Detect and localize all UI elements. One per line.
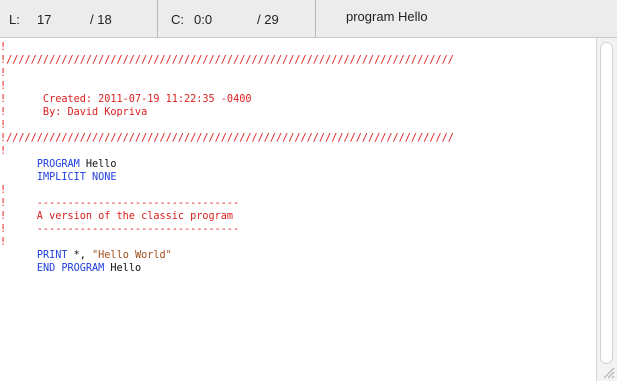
column-label: C: xyxy=(171,12,184,27)
line-total: / 18 xyxy=(90,12,112,27)
code-line: ! xyxy=(0,41,6,54)
function-name: program Hello xyxy=(346,9,428,24)
code-line: IMPLICIT NONE xyxy=(0,171,117,184)
function-popup[interactable]: program Hello xyxy=(316,0,617,37)
code-token-plain: Hello xyxy=(104,263,142,274)
line-current: 17 xyxy=(37,12,52,27)
code-line: ! xyxy=(0,67,6,80)
code-line: ! --------------------------------- xyxy=(0,223,239,236)
code-line: !///////////////////////////////////////… xyxy=(0,132,454,145)
code-line: !///////////////////////////////////////… xyxy=(0,54,454,67)
scroll-track[interactable] xyxy=(600,42,613,364)
line-label: L: xyxy=(9,12,20,27)
code-token-plain: Hello xyxy=(79,159,117,170)
column-total: / 29 xyxy=(257,12,279,27)
code-token-comment: ! xyxy=(0,81,7,92)
code-token-plain: *, xyxy=(67,250,93,261)
code-line: ! xyxy=(0,119,6,132)
code-token-comment: ! --------------------------------- xyxy=(0,198,240,209)
code-line: ! Created: 2011-07-19 11:22:35 -0400 xyxy=(0,93,251,106)
code-token-comment: ! xyxy=(0,68,7,79)
code-token-comment: ! xyxy=(0,237,7,248)
code-token-comment: ! xyxy=(0,42,7,53)
code-token-comment: !///////////////////////////////////////… xyxy=(0,55,454,66)
code-token-comment: ! xyxy=(0,120,7,131)
code-token-comment: ! xyxy=(0,185,7,196)
column-current: 0:0 xyxy=(194,12,213,27)
column-indicator[interactable]: C: 0:0 / 29 xyxy=(158,0,316,37)
status-bar: L: 17 / 18 C: 0:0 / 29 program Hello xyxy=(0,0,617,38)
code-line: ! A version of the classic program xyxy=(0,210,233,223)
code-line: ! xyxy=(0,80,6,93)
code-line: ! --------------------------------- xyxy=(0,197,239,210)
code-token-comment: !///////////////////////////////////////… xyxy=(0,133,454,144)
vertical-scrollbar[interactable] xyxy=(596,38,617,381)
code-token-kw: IMPLICIT NONE xyxy=(36,172,117,183)
resize-grip-icon[interactable] xyxy=(600,364,615,379)
code-editor[interactable]: ! !//////////////////////////////////////… xyxy=(0,38,596,381)
code-line: ! xyxy=(0,236,6,249)
code-token-comment: ! Created: 2011-07-19 11:22:35 -0400 xyxy=(0,94,252,105)
code-token-comment: ! A version of the classic program xyxy=(0,211,234,222)
code-line: PRINT *, "Hello World" xyxy=(0,249,172,262)
code-line: ! By: David Kopriva xyxy=(0,106,147,119)
code-line: ! xyxy=(0,184,6,197)
code-line: END PROGRAM Hello xyxy=(0,262,141,275)
code-token-kw: PROGRAM xyxy=(36,159,80,170)
code-token-comment: ! By: David Kopriva xyxy=(0,107,148,118)
code-line: ! xyxy=(0,145,6,158)
line-indicator[interactable]: L: 17 / 18 xyxy=(0,0,158,37)
code-token-str: "Hello World" xyxy=(92,250,172,261)
code-token-kw: END PROGRAM xyxy=(36,263,105,274)
editor-window: L: 17 / 18 C: 0:0 / 29 program Hello ! !/… xyxy=(0,0,617,381)
code-token-comment: ! xyxy=(0,146,7,157)
code-token-kw: PRINT xyxy=(36,250,68,261)
code-token-comment: ! --------------------------------- xyxy=(0,224,240,235)
code-line: PROGRAM Hello xyxy=(0,158,117,171)
